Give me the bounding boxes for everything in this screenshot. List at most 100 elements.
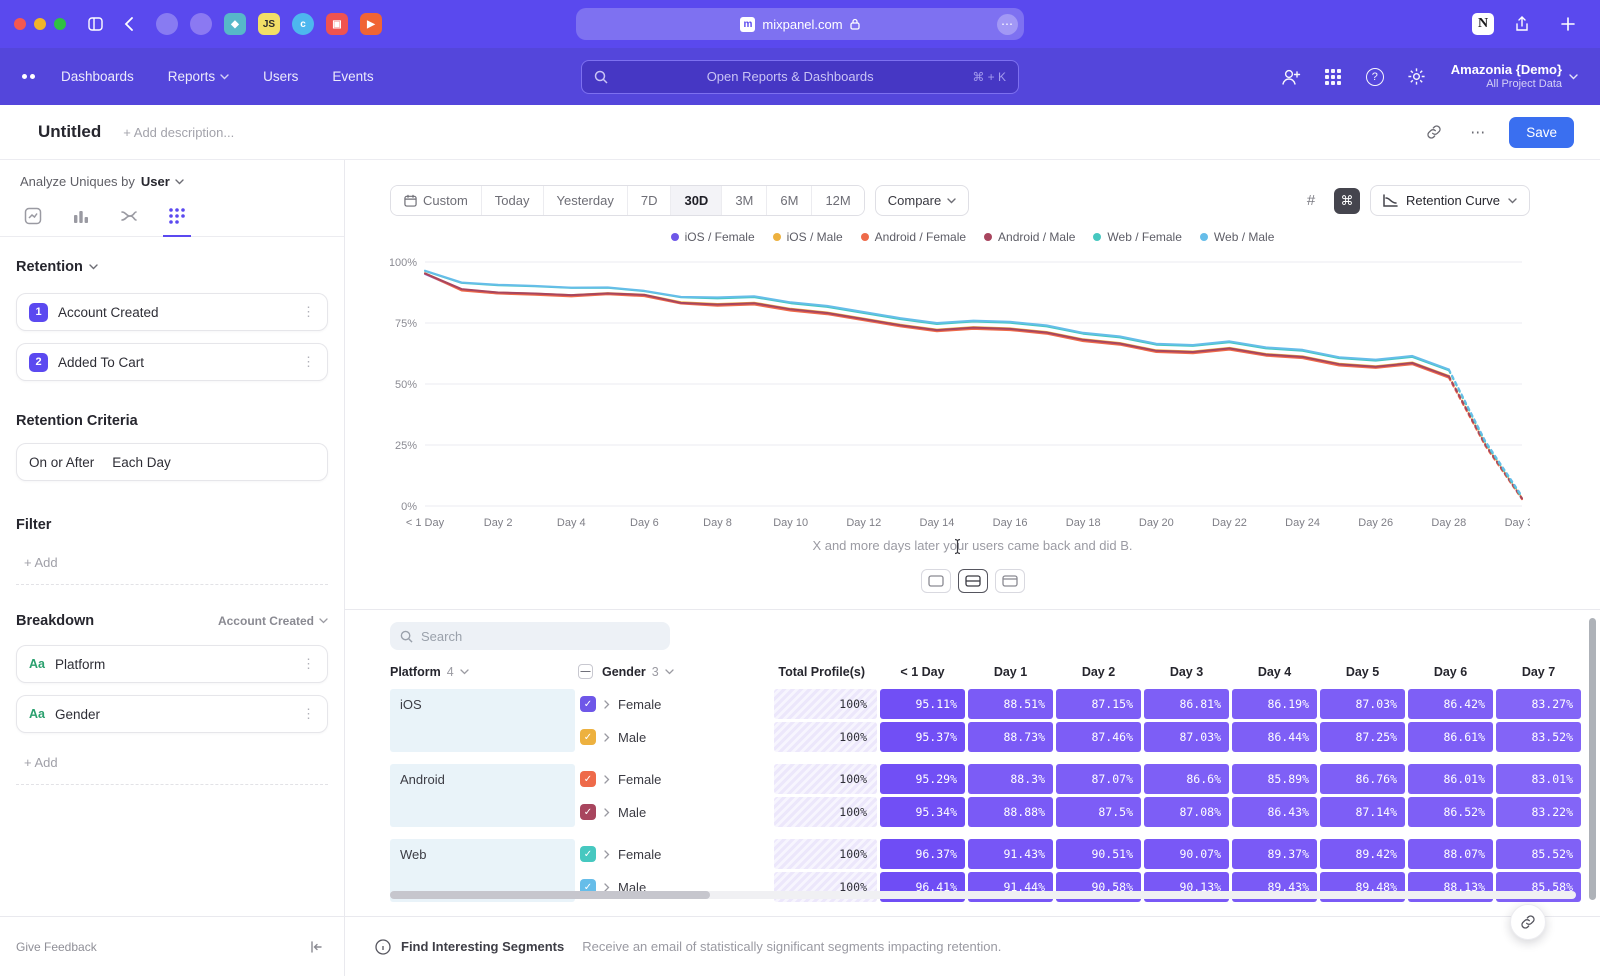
apps-grid-icon[interactable] — [1321, 65, 1345, 89]
retention-value-cell[interactable]: 88.73% — [968, 722, 1053, 752]
column-header--1-day[interactable]: < 1 Day — [880, 665, 965, 679]
compare-button[interactable]: Compare — [875, 185, 969, 216]
retention-value-cell[interactable]: 87.25% — [1320, 722, 1405, 752]
step-card-a[interactable]: 1 Account Created ⋮ — [16, 293, 328, 331]
minimize-window-button[interactable] — [34, 18, 46, 30]
table-search-input[interactable] — [421, 629, 641, 644]
retention-value-cell[interactable]: 83.01% — [1496, 764, 1581, 794]
legend-item[interactable]: Android / Female — [861, 230, 966, 244]
retention-value-cell[interactable]: 95.11% — [880, 689, 965, 719]
save-button[interactable]: Save — [1509, 117, 1574, 148]
browser-sidebar-toggle-icon[interactable] — [82, 10, 110, 38]
back-button[interactable] — [114, 10, 142, 38]
retention-value-cell[interactable]: 86.52% — [1408, 797, 1493, 827]
retention-value-cell[interactable]: 95.29% — [880, 764, 965, 794]
range-custom[interactable]: Custom — [391, 186, 481, 215]
retention-value-cell[interactable]: 88.51% — [968, 689, 1053, 719]
pycharm-extension-icon[interactable]: ▣ — [326, 13, 348, 35]
tab-flows[interactable] — [118, 205, 140, 227]
series-checkbox[interactable]: ✓ — [580, 729, 596, 745]
add-description-button[interactable]: + Add description... — [123, 125, 234, 140]
add-breakdown-button[interactable]: + Add — [16, 755, 328, 785]
settings-gear-icon[interactable] — [1405, 65, 1429, 89]
vertical-scrollbar[interactable] — [1589, 618, 1596, 900]
total-profiles-cell[interactable]: 100% — [774, 722, 877, 752]
nav-events[interactable]: Events — [332, 69, 373, 84]
column-header-gender[interactable]: — Gender 3 — [578, 664, 771, 679]
retention-value-cell[interactable]: 96.37% — [880, 839, 965, 869]
retention-section-heading[interactable]: Retention — [16, 259, 328, 275]
criteria-mode[interactable]: On or After — [29, 455, 94, 470]
retention-value-cell[interactable]: 88.07% — [1408, 839, 1493, 869]
retention-value-cell[interactable]: 87.08% — [1144, 797, 1229, 827]
horizontal-scrollbar[interactable] — [390, 891, 1576, 899]
range-7d[interactable]: 7D — [627, 186, 671, 215]
criteria-card[interactable]: On or After Each Day — [16, 443, 328, 481]
retention-value-cell[interactable]: 83.22% — [1496, 797, 1581, 827]
gender-cell[interactable]: ✓Male — [578, 797, 771, 827]
retention-value-cell[interactable]: 86.81% — [1144, 689, 1229, 719]
retention-value-cell[interactable]: 86.43% — [1232, 797, 1317, 827]
retention-value-cell[interactable]: 89.37% — [1232, 839, 1317, 869]
platform-cell[interactable]: Android — [390, 764, 575, 827]
more-options-button[interactable]: ⋯ — [1465, 119, 1491, 145]
series-checkbox[interactable]: ✓ — [580, 846, 596, 862]
retention-value-cell[interactable]: 83.52% — [1496, 722, 1581, 752]
close-window-button[interactable] — [14, 18, 26, 30]
share-icon[interactable] — [1508, 10, 1536, 38]
annotations-hash-icon[interactable]: # — [1298, 188, 1324, 214]
retention-chart[interactable]: 0%25%50%75%100%< 1 DayDay 2Day 4Day 6Day… — [390, 254, 1530, 530]
retention-value-cell[interactable]: 86.01% — [1408, 764, 1493, 794]
retention-value-cell[interactable]: 87.5% — [1056, 797, 1141, 827]
retention-value-cell[interactable]: 86.76% — [1320, 764, 1405, 794]
column-header-day-3[interactable]: Day 3 — [1144, 665, 1229, 679]
retention-value-cell[interactable]: 88.88% — [968, 797, 1053, 827]
total-profiles-cell[interactable]: 100% — [774, 797, 877, 827]
retention-value-cell[interactable]: 87.15% — [1056, 689, 1141, 719]
gender-cell[interactable]: ✓Male — [578, 722, 771, 752]
table-search[interactable] — [390, 622, 670, 650]
retention-value-cell[interactable]: 86.6% — [1144, 764, 1229, 794]
tab-retention[interactable] — [166, 205, 188, 227]
find-segments-link[interactable]: Find Interesting Segments — [401, 939, 564, 954]
invite-user-icon[interactable] — [1279, 65, 1303, 89]
legend-item[interactable]: iOS / Male — [773, 230, 843, 244]
kebab-menu-icon[interactable]: ⋮ — [302, 304, 315, 320]
column-header-day-2[interactable]: Day 2 — [1056, 665, 1141, 679]
purple-extension-icon[interactable] — [190, 13, 212, 35]
retention-value-cell[interactable]: 87.14% — [1320, 797, 1405, 827]
total-profiles-cell[interactable]: 100% — [774, 764, 877, 794]
mixpanel-logo[interactable] — [22, 74, 35, 79]
range-12m[interactable]: 12M — [811, 186, 863, 215]
criteria-interval[interactable]: Each Day — [112, 455, 315, 470]
range-yesterday[interactable]: Yesterday — [543, 186, 627, 215]
chart-type-dropdown[interactable]: Retention Curve — [1370, 185, 1530, 216]
help-icon[interactable]: ? — [1363, 65, 1387, 89]
legend-item[interactable]: Web / Male — [1200, 230, 1274, 244]
column-header-day-6[interactable]: Day 6 — [1408, 665, 1493, 679]
legend-item[interactable]: Android / Male — [984, 230, 1075, 244]
give-feedback-link[interactable]: Give Feedback — [16, 940, 97, 954]
package-extension-icon[interactable]: ◆ — [224, 13, 246, 35]
tab-funnels[interactable] — [70, 205, 92, 227]
platform-cell[interactable]: iOS — [390, 689, 575, 752]
retention-value-cell[interactable]: 86.44% — [1232, 722, 1317, 752]
table-only-view-button[interactable] — [995, 569, 1025, 593]
retention-value-cell[interactable]: 91.43% — [968, 839, 1053, 869]
nav-users[interactable]: Users — [263, 69, 298, 84]
project-selector[interactable]: Amazonia {Demo} All Project Data — [1451, 62, 1578, 91]
share-link-fab[interactable] — [1510, 904, 1546, 940]
range-3m[interactable]: 3M — [721, 186, 766, 215]
retention-value-cell[interactable]: 90.07% — [1144, 839, 1229, 869]
retention-value-cell[interactable]: 95.34% — [880, 797, 965, 827]
series-checkbox[interactable]: ✓ — [580, 696, 596, 712]
chart-only-view-button[interactable] — [921, 569, 951, 593]
new-tab-icon[interactable] — [1554, 10, 1582, 38]
series-checkbox[interactable]: ✓ — [580, 771, 596, 787]
column-header-platform[interactable]: Platform 4 — [390, 665, 575, 679]
gender-cell[interactable]: ✓Female — [578, 839, 771, 869]
column-header-day-4[interactable]: Day 4 — [1232, 665, 1317, 679]
breakdown-scope-dropdown[interactable]: Account Created — [218, 614, 328, 628]
step-card-b[interactable]: 2 Added To Cart ⋮ — [16, 343, 328, 381]
url-bar[interactable]: m mixpanel.com ⋯ — [576, 8, 1024, 40]
